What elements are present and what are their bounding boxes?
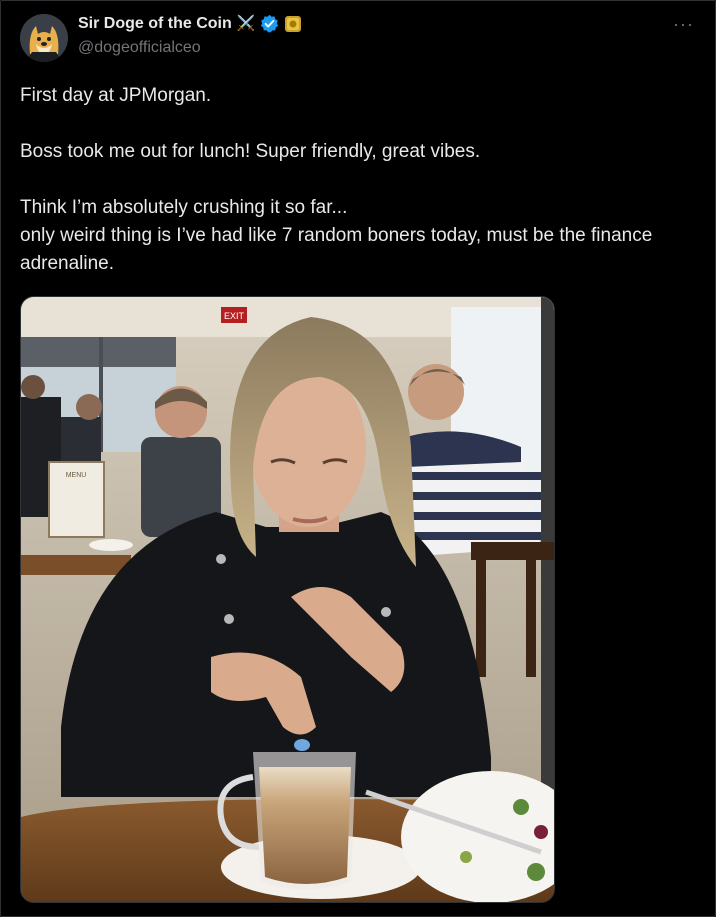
- tweet-line: Boss took me out for lunch! Super friend…: [20, 141, 481, 162]
- tweet-line: only weird thing is I’ve had like 7 rand…: [20, 225, 653, 274]
- tweet-line: First day at JPMorgan.: [20, 85, 212, 106]
- tweet-text: First day at JPMorgan. Boss took me out …: [20, 82, 680, 278]
- gold-coin-icon: [285, 15, 302, 32]
- tweet-line: Think I’m absolutely crushing it so far.…: [20, 197, 348, 218]
- tweet-photo[interactable]: EXIT MENU: [20, 296, 555, 903]
- menu-card: MENU: [66, 472, 87, 479]
- author-row: Sir Doge of the Coin ⚔️: [78, 14, 302, 33]
- crossed-swords-icon: ⚔️: [236, 15, 256, 32]
- photo-illustration: EXIT MENU: [21, 297, 554, 902]
- doge-avatar-icon: [20, 14, 68, 62]
- verified-icon: [261, 14, 279, 33]
- more-options-button[interactable]: ···: [673, 14, 694, 35]
- author-name[interactable]: Sir Doge of the Coin: [78, 15, 232, 33]
- exit-sign: EXIT: [224, 311, 245, 321]
- avatar[interactable]: [20, 14, 68, 62]
- author-handle[interactable]: @dogeofficialceo: [78, 39, 201, 57]
